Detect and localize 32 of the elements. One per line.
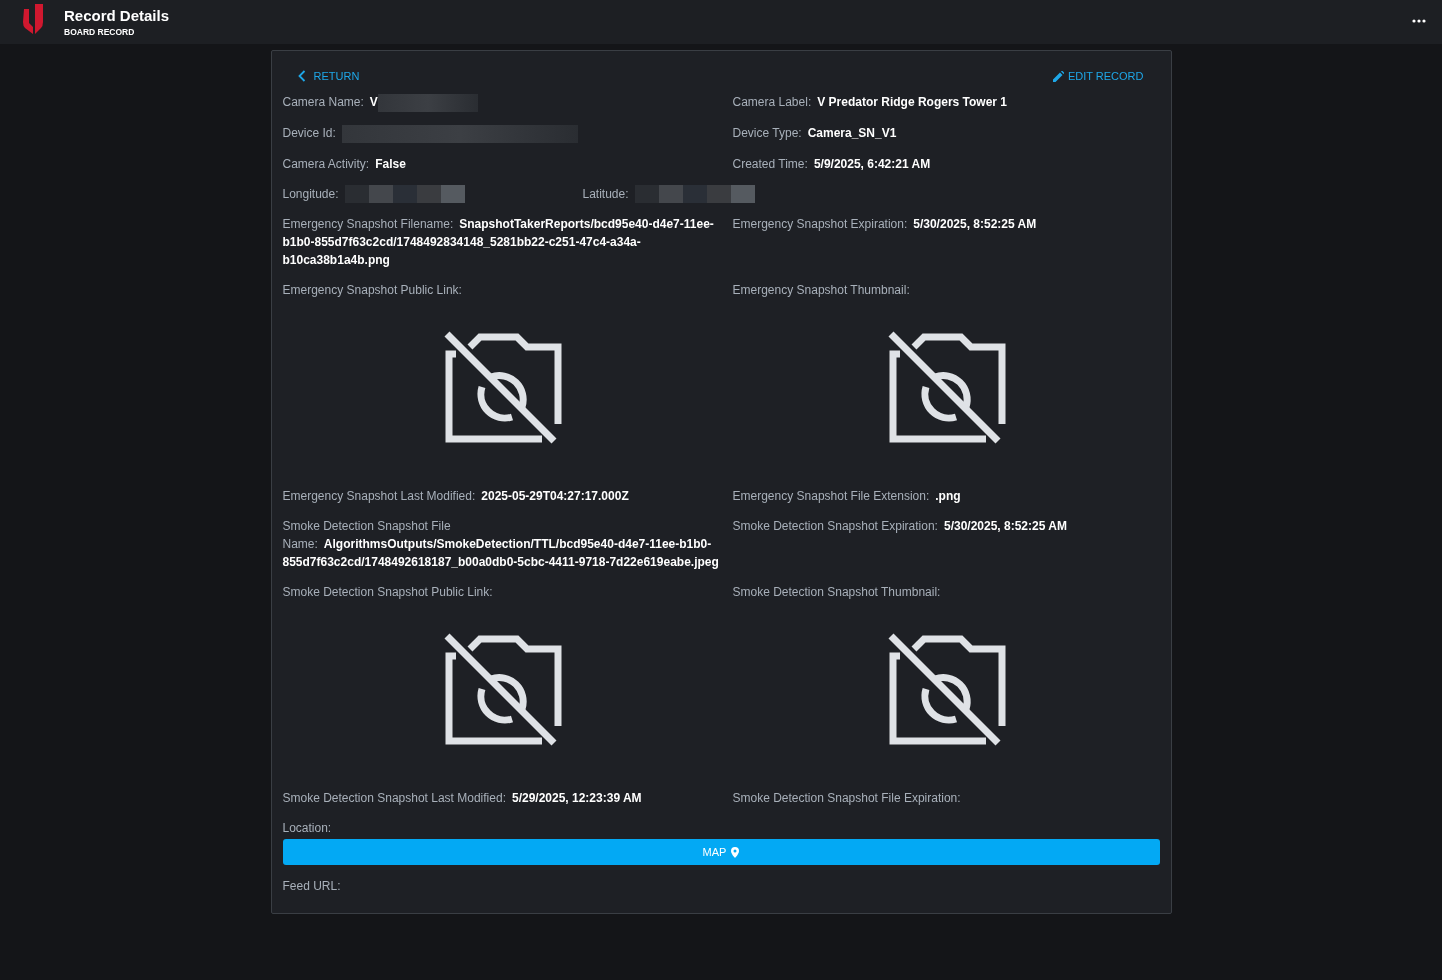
edit-record-link[interactable]: EDIT RECORD <box>1052 69 1144 83</box>
field-text: Smoke Detection Snapshot Expiration: 5/30/2025, 8:52:25 AM <box>732 518 1068 536</box>
pencil-icon <box>1052 70 1064 82</box>
field-text: Device Type: Camera_SN_V1 <box>732 124 898 142</box>
more-icon[interactable] <box>1412 19 1426 23</box>
field-text: Emergency Snapshot Filename: SnapshotTakerReports/bcd95e40-d4e7-11ee-b1b0-855d7f63c2cd/1748492834148_5281bb22-c251-47c4-a34a-b10ca38b1a4b.png <box>282 216 715 270</box>
field-label: Latitude: <box>582 186 629 201</box>
field-text: Emergency Snapshot File Extension: .png <box>732 488 962 506</box>
chevron-left-icon <box>297 70 306 82</box>
shield-logo <box>22 3 44 35</box>
page-subtitle: BOARD RECORD <box>64 27 136 37</box>
field-label: Smoke Detection Snapshot Public Link: <box>282 584 494 602</box>
page-title: Record Details <box>64 7 171 25</box>
field-text: Camera Label: V Predator Ridge Rogers Tower 1 <box>732 94 1009 111</box>
field-text: Emergency Snapshot Last Modified: 2025-05-29T04:27:17.000Z <box>282 488 630 506</box>
field-text: Camera Activity: False <box>282 155 407 173</box>
field-text: Smoke Detection Snapshot Last Modified: 5/29/2025, 12:23:39 AM <box>282 790 643 808</box>
field-label: Camera Name: <box>282 95 364 109</box>
field-text: Emergency Snapshot Expiration: 5/30/2025, 8:52:25 AM <box>732 216 1038 234</box>
field-label: Longitude: <box>282 186 339 201</box>
field-value: V <box>369 95 378 109</box>
field-text: Created Time: 5/9/2025, 6:42:21 AM <box>732 155 932 173</box>
field-text: Feed URL: <box>282 878 342 896</box>
map-pin-icon <box>731 847 740 858</box>
field-label: Device Id: <box>282 125 336 140</box>
field-label: Location: <box>282 820 333 838</box>
field-text: Smoke Detection Snapshot File Name: AlgorithmsOutputs/SmokeDetection/TTL/bcd95e40-d4e7-11ee-b1b0-855d7f63c2cd/1748492618187_b00a0db0-5cbc-4411-9718-7d22e619eabe.jpeg <box>282 518 720 572</box>
field-label: Emergency Snapshot Public Link: <box>282 282 463 300</box>
field-label: Emergency Snapshot Thumbnail: <box>732 282 911 300</box>
return-link[interactable]: RETURN <box>297 69 360 83</box>
field-label: Smoke Detection Snapshot Thumbnail: <box>732 584 942 602</box>
field-text: Smoke Detection Snapshot File Expiration: <box>732 790 962 808</box>
